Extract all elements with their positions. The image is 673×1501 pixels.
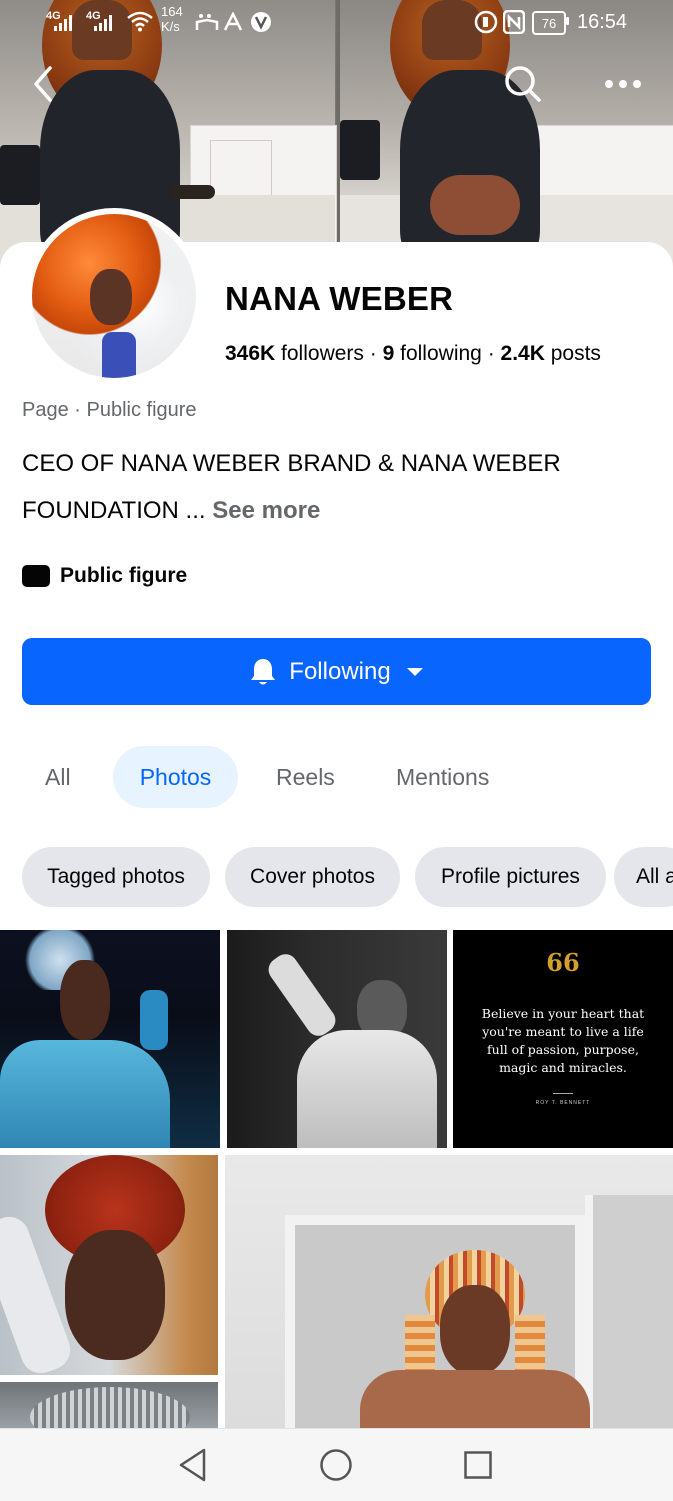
photo-thumbnail[interactable] bbox=[227, 930, 447, 1148]
quote-text: Believe in your heart that you're meant … bbox=[481, 1006, 645, 1075]
tab-photos[interactable]: Photos bbox=[113, 746, 238, 808]
tab-reels[interactable]: Reels bbox=[276, 746, 335, 808]
quote-mark: 66 bbox=[546, 948, 580, 977]
chip-all-albums[interactable]: All a bbox=[614, 847, 673, 907]
photo-thumbnail-large[interactable] bbox=[225, 1155, 673, 1428]
battery-icon: 76 bbox=[532, 11, 566, 35]
profile-name: NANA WEBER bbox=[225, 280, 454, 317]
app-notification-icon bbox=[195, 14, 219, 30]
tab-mentions[interactable]: Mentions bbox=[396, 746, 489, 808]
quote-photo[interactable]: 66 Believe in your heart that you're mea… bbox=[453, 930, 673, 1148]
status-bar: 4G 4G 164 K/s 76 16:54 bbox=[0, 0, 673, 44]
chip-profile-pictures[interactable]: Profile pictures bbox=[415, 847, 606, 907]
vpn-notification-icon bbox=[251, 12, 271, 32]
chevron-left-icon[interactable] bbox=[28, 62, 58, 106]
clapperboard-icon bbox=[22, 565, 50, 587]
page-category: Page · Public figure bbox=[22, 399, 197, 421]
bell-icon bbox=[251, 658, 276, 684]
photo-thumbnail[interactable] bbox=[0, 930, 220, 1148]
posts-label: posts bbox=[550, 342, 601, 365]
followers-label[interactable]: followers bbox=[281, 342, 364, 365]
following-count[interactable]: 9 bbox=[383, 342, 395, 365]
clock: 16:54 bbox=[577, 11, 628, 33]
signal-icon-2 bbox=[94, 15, 112, 31]
font-notification-icon bbox=[223, 12, 243, 31]
avatar[interactable] bbox=[32, 214, 196, 378]
public-figure-tag: Public figure bbox=[22, 560, 187, 592]
wifi-icon bbox=[127, 11, 153, 32]
bio-line-2: FOUNDATION ... bbox=[22, 497, 206, 524]
home-circle-icon[interactable] bbox=[319, 1448, 353, 1482]
see-more-link[interactable]: See more bbox=[212, 497, 320, 524]
bio-line-1: CEO OF NANA WEBER BRAND & NANA WEBER bbox=[22, 450, 561, 477]
battery-level: 76 bbox=[541, 15, 557, 31]
profile-bio: CEO OF NANA WEBER BRAND & NANA WEBER FOU… bbox=[22, 440, 652, 534]
signal-icon bbox=[54, 15, 72, 31]
search-icon[interactable] bbox=[503, 64, 543, 104]
net-unit: K/s bbox=[161, 19, 180, 34]
system-navigation-bar bbox=[0, 1428, 673, 1501]
back-triangle-icon[interactable] bbox=[176, 1447, 210, 1483]
tab-all[interactable]: All bbox=[45, 746, 71, 808]
profile-stats: 346K followers · 9 following · 2.4K post… bbox=[225, 342, 601, 365]
photo-thumbnail[interactable] bbox=[0, 1382, 218, 1428]
data-saver-icon bbox=[474, 10, 498, 34]
photo-thumbnail[interactable] bbox=[0, 1155, 218, 1375]
quote-author: ROY T. BENNETT bbox=[535, 1100, 591, 1106]
following-button[interactable]: Following bbox=[22, 638, 651, 705]
followers-count[interactable]: 346K bbox=[225, 342, 275, 365]
net-speed: 164 bbox=[161, 4, 183, 19]
public-figure-label: Public figure bbox=[60, 564, 188, 587]
chip-tagged-photos[interactable]: Tagged photos bbox=[22, 847, 210, 907]
posts-count: 2.4K bbox=[500, 342, 545, 365]
chip-cover-photos[interactable]: Cover photos bbox=[225, 847, 400, 907]
recents-square-icon[interactable] bbox=[463, 1450, 493, 1480]
following-label: Following bbox=[289, 657, 391, 685]
nfc-icon bbox=[503, 10, 525, 34]
following-label[interactable]: following bbox=[400, 342, 482, 365]
more-horizontal-icon[interactable] bbox=[603, 76, 643, 92]
caret-down-icon bbox=[406, 667, 423, 676]
